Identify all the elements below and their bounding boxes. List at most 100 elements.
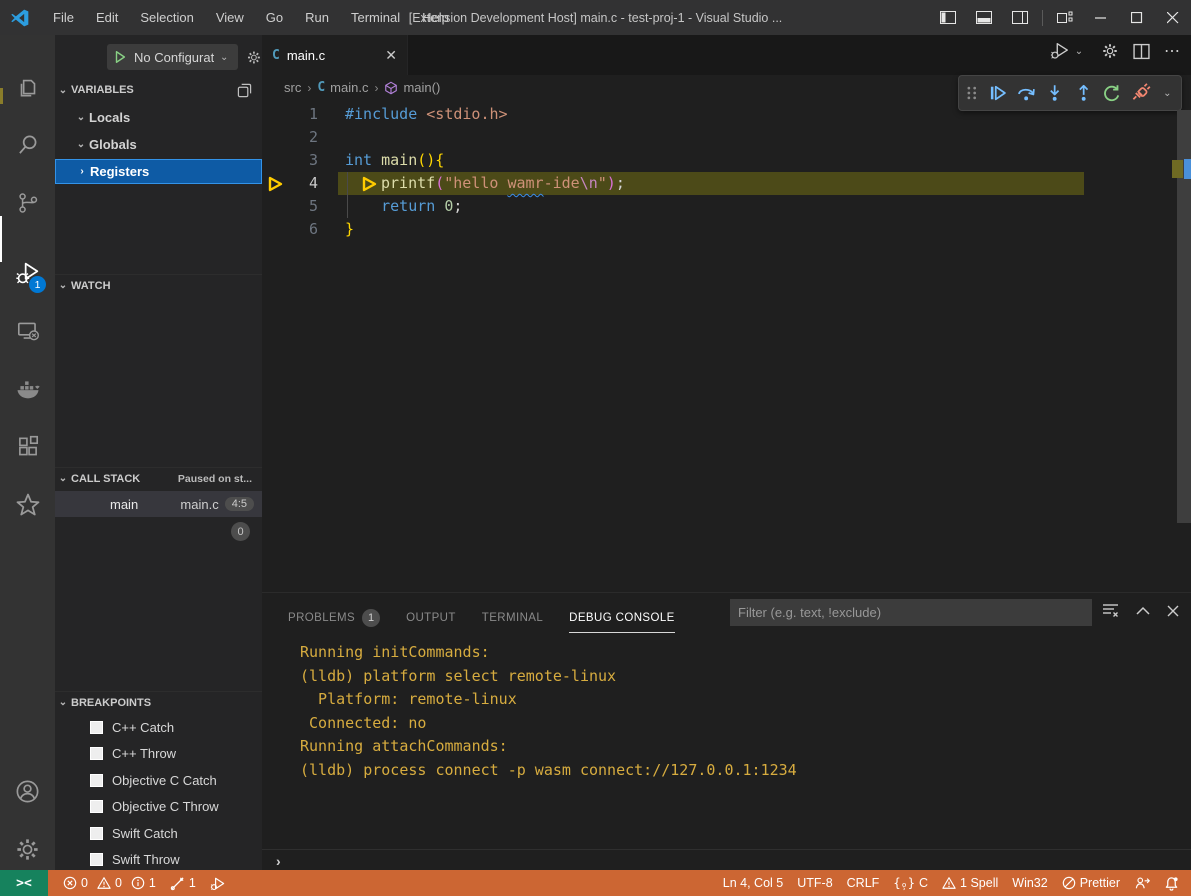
more-actions-icon[interactable]: ⋯ xyxy=(1164,41,1181,61)
menu-go[interactable]: Go xyxy=(255,0,294,35)
breakpoint-swift-catch[interactable]: Swift Catch xyxy=(55,820,262,846)
toggle-primary-sidebar-icon[interactable] xyxy=(930,0,966,35)
watch-section-header[interactable]: ⌄ WATCH xyxy=(55,274,262,296)
run-or-debug-button[interactable]: ⌄ xyxy=(1049,41,1087,61)
share-status[interactable] xyxy=(1127,870,1157,896)
breakpoint-label: Objective C Catch xyxy=(112,773,217,788)
drag-grip-icon[interactable] xyxy=(965,85,979,101)
checkbox[interactable] xyxy=(90,747,103,760)
breadcrumb-symbol[interactable]: main() xyxy=(403,80,440,95)
continue-button[interactable] xyxy=(988,83,1007,103)
minimize-button[interactable] xyxy=(1083,0,1119,35)
breakpoint-objc-catch[interactable]: Objective C Catch xyxy=(55,767,262,793)
tools-status[interactable]: 1 xyxy=(163,870,203,896)
split-editor-icon[interactable] xyxy=(1133,43,1150,60)
sidebar-item-source-control[interactable] xyxy=(0,179,55,227)
source-control-icon xyxy=(15,190,41,216)
menu-edit[interactable]: Edit xyxy=(85,0,129,35)
checkbox[interactable] xyxy=(90,721,103,734)
sidebar-item-docker[interactable] xyxy=(0,365,55,413)
token xyxy=(345,197,381,215)
tab-terminal[interactable]: TERMINAL xyxy=(482,603,543,633)
account-button[interactable] xyxy=(0,767,55,815)
tab-output[interactable]: OUTPUT xyxy=(406,603,456,633)
notifications-status[interactable] xyxy=(1157,870,1191,896)
start-debug-icon[interactable] xyxy=(113,50,127,64)
frame-name: main xyxy=(110,497,138,512)
launch-configuration-select[interactable]: No Configurat ⌄ xyxy=(107,44,238,70)
maximize-panel-icon[interactable] xyxy=(1136,606,1150,615)
menu-file[interactable]: File xyxy=(42,0,85,35)
breakpoints-section-header[interactable]: ⌄ BREAKPOINTS xyxy=(55,691,262,713)
language-mode-status[interactable]: {̹ₒ} C xyxy=(886,870,935,896)
close-tab-icon[interactable]: ✕ xyxy=(385,47,397,64)
sidebar-item-explorer[interactable] xyxy=(0,63,55,111)
sidebar-item-remote-explorer[interactable] xyxy=(0,307,55,355)
call-stack-section-header[interactable]: ⌄ CALL STACK Paused on st... xyxy=(55,467,262,489)
variables-item-locals[interactable]: ⌄ Locals xyxy=(55,105,262,130)
collapse-all-icon[interactable] xyxy=(237,83,252,98)
variables-item-globals[interactable]: ⌄ Globals xyxy=(55,132,262,157)
platform-status[interactable]: Win32 xyxy=(1005,870,1054,896)
customize-layout-icon[interactable] xyxy=(1047,0,1083,35)
step-over-button[interactable] xyxy=(1016,83,1036,103)
breakpoint-objc-throw[interactable]: Objective C Throw xyxy=(55,793,262,819)
debug-stackframe-gutter-icon[interactable] xyxy=(267,175,285,193)
breakpoint-swift-throw[interactable]: Swift Throw xyxy=(55,846,262,872)
chevron-down-icon[interactable]: ⌄ xyxy=(1160,88,1175,99)
step-into-button[interactable] xyxy=(1045,83,1064,103)
sidebar-item-wamr-ide[interactable] xyxy=(0,481,55,529)
remote-indicator[interactable]: >< xyxy=(0,870,48,896)
disconnect-button[interactable] xyxy=(1130,83,1150,103)
variables-item-registers[interactable]: › Registers xyxy=(55,159,262,184)
manage-button[interactable] xyxy=(0,825,55,873)
debug-settings-gear-icon[interactable] xyxy=(246,49,262,66)
toggle-panel-icon[interactable] xyxy=(966,0,1002,35)
tab-problems[interactable]: PROBLEMS 1 xyxy=(288,603,380,633)
debug-status[interactable] xyxy=(203,870,233,896)
sidebar-item-run-and-debug[interactable]: 1 xyxy=(0,249,55,297)
eol-status[interactable]: CRLF xyxy=(840,870,887,896)
sidebar-item-search[interactable] xyxy=(0,121,55,169)
menu-terminal[interactable]: Terminal xyxy=(340,0,411,35)
token: } xyxy=(345,220,354,238)
console-input-row[interactable]: › xyxy=(262,849,1191,871)
step-out-button[interactable] xyxy=(1074,83,1093,103)
encoding-status[interactable]: UTF-8 xyxy=(790,870,839,896)
breakpoint-cpp-catch[interactable]: C++ Catch xyxy=(55,714,262,740)
tab-debug-console[interactable]: DEBUG CONSOLE xyxy=(569,603,675,633)
call-stack-frame-row[interactable]: main main.c 4:5 xyxy=(55,491,262,517)
breakpoint-cpp-throw[interactable]: C++ Throw xyxy=(55,740,262,766)
cursor-position-status[interactable]: Ln 4, Col 5 xyxy=(716,870,790,896)
close-panel-icon[interactable] xyxy=(1167,605,1179,617)
restart-button[interactable] xyxy=(1102,83,1121,103)
overview-ruler-debug-marker xyxy=(1172,160,1183,178)
problems-status[interactable]: 0 0 1 xyxy=(56,870,163,896)
token: ) xyxy=(607,174,616,192)
checkbox[interactable] xyxy=(90,853,103,866)
variables-section-header[interactable]: ⌄ VARIABLES xyxy=(55,79,262,101)
gear-icon xyxy=(14,836,41,863)
formatter-status[interactable]: Prettier xyxy=(1055,870,1127,896)
breadcrumb-folder[interactable]: src xyxy=(284,80,301,95)
checkbox[interactable] xyxy=(90,774,103,787)
overview-ruler-cursor-marker xyxy=(1184,159,1191,179)
maximize-button[interactable] xyxy=(1119,0,1155,35)
menu-run[interactable]: Run xyxy=(294,0,340,35)
chevron-down-icon: ⌄ xyxy=(73,139,89,150)
checkbox[interactable] xyxy=(90,827,103,840)
breadcrumb-file[interactable]: main.c xyxy=(330,80,368,95)
line-number: 6 xyxy=(262,218,318,241)
checkbox[interactable] xyxy=(90,800,103,813)
clear-console-icon[interactable] xyxy=(1102,603,1119,618)
gear-icon[interactable] xyxy=(1101,42,1119,60)
close-window-button[interactable] xyxy=(1155,0,1191,35)
c-file-icon: C xyxy=(272,48,280,63)
tab-main-c[interactable]: C main.c ✕ xyxy=(262,35,408,75)
spell-checker-status[interactable]: 1 Spell xyxy=(935,870,1005,896)
sidebar-item-extensions[interactable] xyxy=(0,423,55,471)
toggle-secondary-sidebar-icon[interactable] xyxy=(1002,0,1038,35)
menu-view[interactable]: View xyxy=(205,0,255,35)
console-filter-input[interactable] xyxy=(730,599,1092,626)
menu-selection[interactable]: Selection xyxy=(129,0,204,35)
